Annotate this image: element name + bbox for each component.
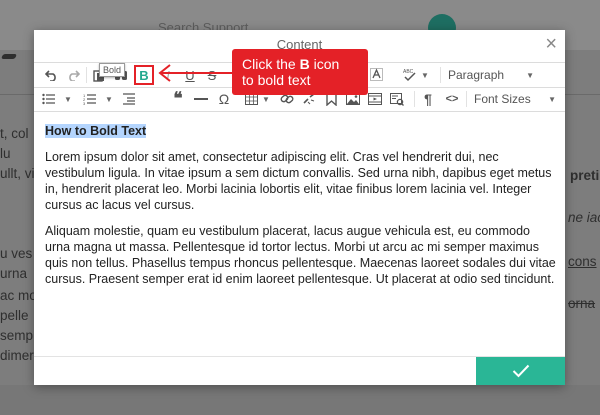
confirm-button[interactable] — [476, 357, 565, 385]
toolbar-separator — [86, 67, 87, 83]
format-select-value: Paragraph — [448, 68, 505, 82]
background-text-line: urna — [0, 266, 28, 281]
pilcrow-icon[interactable]: ¶ — [419, 90, 437, 108]
horizontal-rule-icon[interactable] — [192, 90, 210, 108]
template-icon[interactable] — [388, 90, 406, 108]
background-text-line: ullt, vi — [0, 166, 35, 181]
instruction-callout: Click the B icon to bold text — [232, 49, 368, 95]
bullet-list-icon[interactable] — [40, 90, 58, 108]
content-heading: How to Bold Text — [45, 123, 557, 139]
chevron-down-icon: ▼ — [526, 71, 534, 80]
callout-text-post: icon — [309, 56, 340, 72]
indent-icon[interactable] — [120, 90, 138, 108]
content-paragraph: Aliquam molestie, quam eu vestibulum pla… — [45, 224, 556, 286]
selected-heading-text: How to Bold Text — [45, 124, 147, 138]
callout-text-line2: to bold text — [242, 72, 311, 88]
callout-text-pre: Click the — [242, 56, 300, 72]
bullet-list-dropdown-icon[interactable]: ▼ — [63, 90, 73, 108]
source-code-icon[interactable]: <> — [443, 90, 461, 108]
background-logo — [0, 54, 18, 59]
undo-icon[interactable] — [42, 66, 60, 84]
bold-button[interactable]: B — [134, 65, 154, 85]
toolbar-separator — [414, 91, 415, 107]
spellcheck-dropdown-icon[interactable]: ▼ — [420, 66, 430, 84]
background-right-text: cons — [568, 254, 597, 269]
font-size-select-value: Font Sizes — [474, 92, 531, 106]
underline-icon[interactable]: U — [181, 66, 199, 84]
background-right-text: orna — [568, 296, 596, 311]
svg-text:3: 3 — [83, 101, 86, 105]
media-icon[interactable] — [366, 90, 384, 108]
format-select[interactable]: Paragraph ▼ — [448, 66, 534, 84]
redo-icon[interactable] — [64, 66, 82, 84]
background-right-text: preti — [570, 168, 600, 183]
toolbar-separator — [440, 67, 441, 83]
spellcheck-icon[interactable]: ABC — [400, 66, 420, 84]
callout-text-bold: B — [299, 56, 310, 72]
background-text-line: t, col — [0, 126, 29, 141]
bold-tooltip: Bold — [99, 63, 126, 77]
content-paragraph: Lorem ipsum dolor sit amet, consectetur … — [45, 150, 552, 212]
editor-content[interactable]: How to Bold Text Lorem ipsum dolor sit a… — [45, 123, 557, 297]
background-text-line: pelle — [0, 308, 29, 323]
close-icon[interactable]: × — [545, 34, 557, 54]
background-text-line: semp — [0, 328, 34, 343]
font-size-select[interactable]: Font Sizes ▼ — [474, 90, 556, 108]
numbered-list-icon[interactable]: 123 — [81, 90, 99, 108]
background-text-line: lu — [0, 146, 11, 161]
background-text-line: u ves — [0, 246, 33, 261]
background-footer — [0, 385, 600, 415]
chevron-down-icon: ▼ — [548, 95, 556, 104]
text-color-icon[interactable] — [367, 66, 385, 84]
special-character-icon[interactable]: Ω — [215, 90, 233, 108]
check-icon — [512, 364, 529, 378]
toolbar-separator — [466, 91, 467, 107]
numbered-list-dropdown-icon[interactable]: ▼ — [104, 90, 114, 108]
background-text-line: ac mo — [0, 288, 37, 303]
background-right-text: ne iac — [568, 210, 600, 225]
svg-text:ABC: ABC — [403, 69, 414, 75]
strikethrough-icon[interactable]: S — [203, 66, 221, 84]
background-text-line: dimer — [0, 348, 34, 363]
italic-icon[interactable]: I — [159, 66, 177, 84]
blockquote-icon[interactable]: ❝ — [169, 89, 187, 108]
